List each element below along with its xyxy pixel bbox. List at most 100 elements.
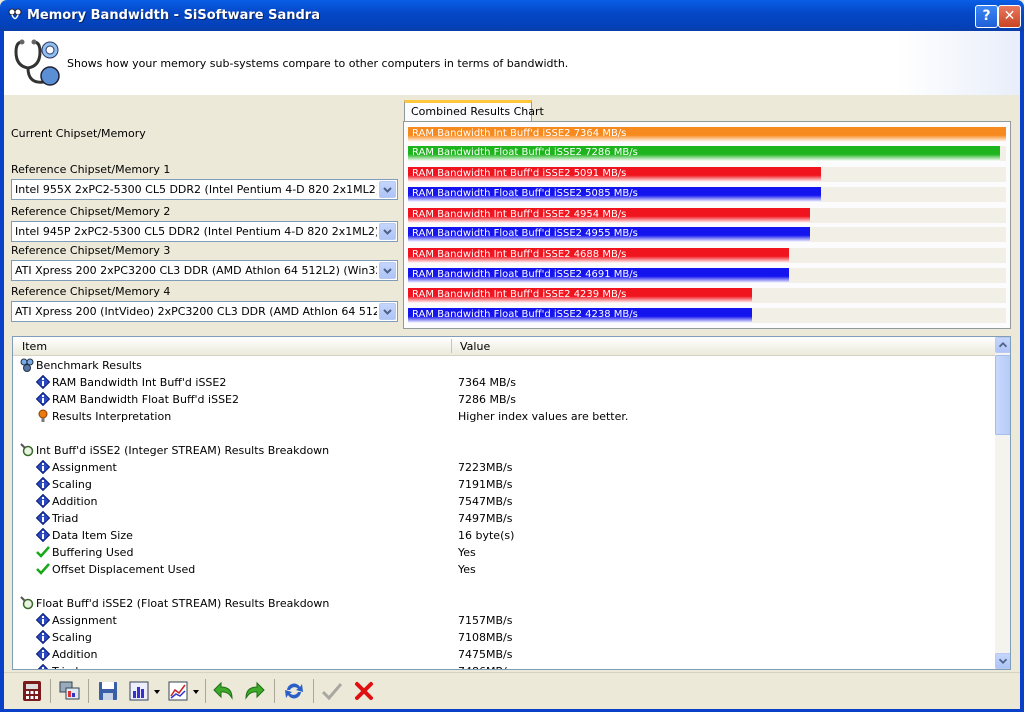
vertical-scrollbar[interactable] <box>995 337 1010 669</box>
list-item-value: Higher index values are better. <box>458 410 629 423</box>
list-item[interactable]: Assignment 7157MB/s <box>13 612 983 629</box>
ok-icon[interactable] <box>320 679 344 703</box>
chart-bar-label: RAM Bandwidth Int Buff'd iSSE2 4688 MB/s <box>412 249 627 260</box>
tab-combined-results-chart[interactable]: Combined Results Chart <box>404 100 544 121</box>
save-icon[interactable] <box>96 679 120 703</box>
list-item-name: Data Item Size <box>52 529 133 542</box>
column-header-item[interactable]: Item <box>22 340 47 353</box>
reference-2-select[interactable]: Intel 945P 2xPC2-5300 CL5 DDR2 (Intel Pe… <box>11 221 398 242</box>
list-item[interactable]: RAM Bandwidth Int Buff'd iSSE2 7364 MB/s <box>13 374 983 391</box>
chart-options-icon[interactable] <box>128 679 152 703</box>
list-item[interactable]: Buffering Used Yes <box>13 544 983 561</box>
list-item-value: Yes <box>458 546 476 559</box>
list-item[interactable]: Assignment 7223MB/s <box>13 459 983 476</box>
list-item[interactable]: Benchmark Results <box>13 357 983 374</box>
toolbar-separator <box>313 679 314 703</box>
results-list[interactable]: Item Value Benchmark Results RAM Bandwidt… <box>12 336 1011 670</box>
list-item[interactable]: RAM Bandwidth Float Buff'd iSSE2 7286 MB/… <box>13 391 983 408</box>
column-header-value[interactable]: Value <box>460 340 490 353</box>
close-button[interactable]: ✕ <box>998 5 1021 28</box>
cancel-icon[interactable] <box>352 679 376 703</box>
search-icon <box>20 596 34 610</box>
scroll-thumb[interactable] <box>995 355 1010 435</box>
list-item[interactable]: Addition 7547MB/s <box>13 493 983 510</box>
scroll-down-button[interactable] <box>995 653 1010 669</box>
tab-label: Combined Results Chart <box>411 105 544 118</box>
chevron-down-icon[interactable] <box>192 689 200 695</box>
chart-bar-track: RAM Bandwidth Float Buff'd iSSE2 7286 MB… <box>408 146 1006 161</box>
info-icon <box>36 663 50 669</box>
list-item[interactable]: Int Buff'd iSSE2 (Integer STREAM) Result… <box>13 442 983 459</box>
list-item-name: Scaling <box>52 631 92 644</box>
reference-3-label: Reference Chipset/Memory 3 <box>11 244 171 257</box>
chart-bar-label: RAM Bandwidth Int Buff'd iSSE2 4239 MB/s <box>412 289 627 300</box>
info-icon <box>35 527 51 543</box>
list-item[interactable]: Triad 7497MB/s <box>13 510 983 527</box>
column-divider[interactable] <box>451 339 452 353</box>
reference-2-label: Reference Chipset/Memory 2 <box>11 205 171 218</box>
list-item-name: Triad <box>52 512 79 525</box>
list-item-name: Buffering Used <box>52 546 134 559</box>
list-item[interactable]: Addition 7475MB/s <box>13 646 983 663</box>
list-item-name: Int Buff'd iSSE2 (Integer STREAM) Result… <box>36 444 330 457</box>
toolbar-separator <box>205 679 206 703</box>
title-bar: Memory Bandwidth - SiSoftware Sandra ? ✕ <box>0 0 1024 31</box>
chevron-down-icon[interactable] <box>379 181 396 198</box>
reference-1-select[interactable]: Intel 955X 2xPC2-5300 CL5 DDR2 (Intel Pe… <box>11 179 398 200</box>
chart-bar-label: RAM Bandwidth Float Buff'd iSSE2 4955 MB… <box>412 228 638 239</box>
list-item-name: Addition <box>52 495 98 508</box>
reference-2-value: Intel 945P 2xPC2-5300 CL5 DDR2 (Intel Pe… <box>15 225 377 238</box>
window-title: Memory Bandwidth - SiSoftware Sandra <box>27 8 320 23</box>
reference-4-label: Reference Chipset/Memory 4 <box>11 285 171 298</box>
list-item[interactable]: Triad 7486MB/s <box>13 663 983 669</box>
refresh-icon[interactable] <box>282 679 306 703</box>
chevron-down-icon[interactable] <box>379 223 396 240</box>
chart-bar-label: RAM Bandwidth Float Buff'd iSSE2 5085 MB… <box>412 188 638 199</box>
reference-4-select[interactable]: ATI Xpress 200 (IntVideo) 2xPC3200 CL3 D… <box>11 301 398 322</box>
list-item-value: Yes <box>458 563 476 576</box>
chart-bar-track: RAM Bandwidth Int Buff'd iSSE2 4688 MB/s <box>408 248 1006 263</box>
scroll-up-button[interactable] <box>995 337 1010 353</box>
forward-icon[interactable] <box>242 679 266 703</box>
reference-3-select[interactable]: ATI Xpress 200 2xPC3200 CL3 DDR (AMD Ath… <box>11 260 398 281</box>
list-item[interactable]: Scaling 7191MB/s <box>13 476 983 493</box>
chart-bar-track: RAM Bandwidth Int Buff'd iSSE2 7364 MB/s <box>408 127 1006 142</box>
window-frame-left <box>0 31 4 712</box>
list-item[interactable]: Scaling 7108MB/s <box>13 629 983 646</box>
list-item[interactable]: Results Interpretation Higher index value… <box>13 408 983 425</box>
bottom-toolbar <box>4 672 1020 709</box>
check-icon <box>36 562 50 576</box>
info-icon <box>35 374 51 390</box>
chevron-down-icon[interactable] <box>153 689 161 695</box>
list-item-name: Assignment <box>52 614 117 627</box>
list-item-value: 7286 MB/s <box>458 393 516 406</box>
info-icon <box>35 510 51 526</box>
list-item[interactable]: Data Item Size 16 byte(s) <box>13 527 983 544</box>
chevron-down-icon[interactable] <box>379 303 396 320</box>
back-icon[interactable] <box>212 679 236 703</box>
graph-options-icon[interactable] <box>167 679 191 703</box>
chart-bar-label: RAM Bandwidth Float Buff'd iSSE2 4691 MB… <box>412 269 638 280</box>
list-item-name: Results Interpretation <box>52 410 172 423</box>
list-item-name: RAM Bandwidth Float Buff'd iSSE2 <box>52 393 239 406</box>
list-item-name: Benchmark Results <box>36 359 142 372</box>
list-item-name: Float Buff'd iSSE2 (Float STREAM) Result… <box>36 597 330 610</box>
toolbar-separator <box>88 679 89 703</box>
copy-windows-icon[interactable] <box>58 679 82 703</box>
calculator-icon[interactable] <box>20 679 44 703</box>
list-item-name: RAM Bandwidth Int Buff'd iSSE2 <box>52 376 227 389</box>
tip-bulb-icon <box>36 409 50 423</box>
list-header: Item Value <box>13 337 995 356</box>
list-item[interactable]: Float Buff'd iSSE2 (Float STREAM) Result… <box>13 595 983 612</box>
list-item-name: Scaling <box>52 478 92 491</box>
search-icon <box>20 443 34 457</box>
info-icon <box>35 612 51 628</box>
help-button[interactable]: ? <box>975 5 998 28</box>
chevron-down-icon[interactable] <box>379 262 396 279</box>
list-item-value: 7157MB/s <box>458 614 513 627</box>
list-item[interactable]: Offset Displacement Used Yes <box>13 561 983 578</box>
app-icon <box>8 8 22 20</box>
chart-bar-label: RAM Bandwidth Float Buff'd iSSE2 7286 MB… <box>412 147 638 158</box>
